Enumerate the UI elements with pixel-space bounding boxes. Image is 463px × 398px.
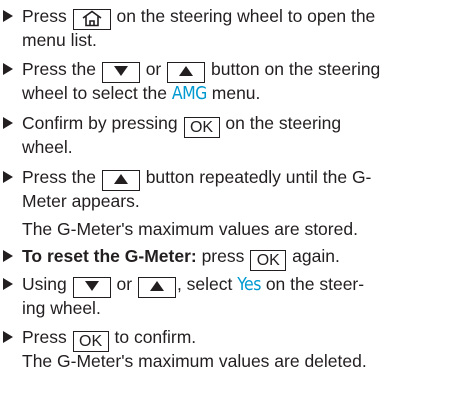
- step-text: press: [201, 246, 245, 266]
- step-text: on the steering wheel to open the: [116, 6, 376, 26]
- ok-key: OK: [250, 250, 287, 271]
- step-text: Confirm by pressing: [22, 113, 178, 133]
- bullet-icon: [3, 171, 13, 183]
- step-result: The G-Meter's maximum values are deleted…: [22, 351, 367, 371]
- step-text: Using: [22, 274, 67, 294]
- step-result: The G-Meter's maximum values are stored.: [22, 219, 358, 239]
- step-text: button on the steering: [211, 59, 381, 79]
- up-arrow-key-icon: [101, 170, 140, 191]
- bullet-icon: [3, 117, 13, 129]
- bullet-icon: [3, 10, 13, 22]
- down-arrow-key-icon: [72, 277, 111, 298]
- up-arrow-key-icon: [137, 277, 176, 298]
- step-text: ing wheel.: [22, 298, 101, 318]
- step-text: Press: [22, 327, 67, 347]
- step-text: Press the: [22, 59, 96, 79]
- reset-heading: To reset the G-Meter:: [22, 246, 197, 266]
- step-text: menu list.: [22, 30, 97, 50]
- step-text: Press: [22, 6, 67, 26]
- step-text: Press the: [22, 167, 96, 187]
- step-text: to confirm.: [114, 327, 197, 347]
- ok-key: OK: [183, 117, 220, 138]
- down-arrow-key-icon: [101, 62, 140, 83]
- step-text: on the steering: [225, 113, 342, 133]
- step-text: wheel.: [22, 137, 73, 157]
- step-text: or: [145, 59, 162, 79]
- bullet-icon: [3, 250, 13, 262]
- step-text: on the steer-: [265, 274, 365, 294]
- up-arrow-key-icon: [167, 62, 206, 83]
- home-key-icon: [72, 9, 111, 30]
- step-text: Meter appears.: [22, 191, 140, 211]
- step-text: button repeatedly until the G-: [145, 167, 372, 187]
- bullet-icon: [3, 278, 13, 290]
- step-text: , select: [176, 274, 233, 294]
- step-text: menu.: [211, 83, 261, 103]
- bullet-icon: [3, 331, 13, 343]
- yes-display-text: Yes: [237, 275, 261, 295]
- instruction-page: Press on the steering wheel to open the …: [0, 0, 463, 398]
- bullet-icon: [3, 63, 13, 75]
- amg-menu-display-text: AMG: [171, 84, 208, 104]
- step-text: again.: [292, 246, 340, 266]
- step-text: wheel to select the: [22, 83, 167, 103]
- step-text: or: [116, 274, 133, 294]
